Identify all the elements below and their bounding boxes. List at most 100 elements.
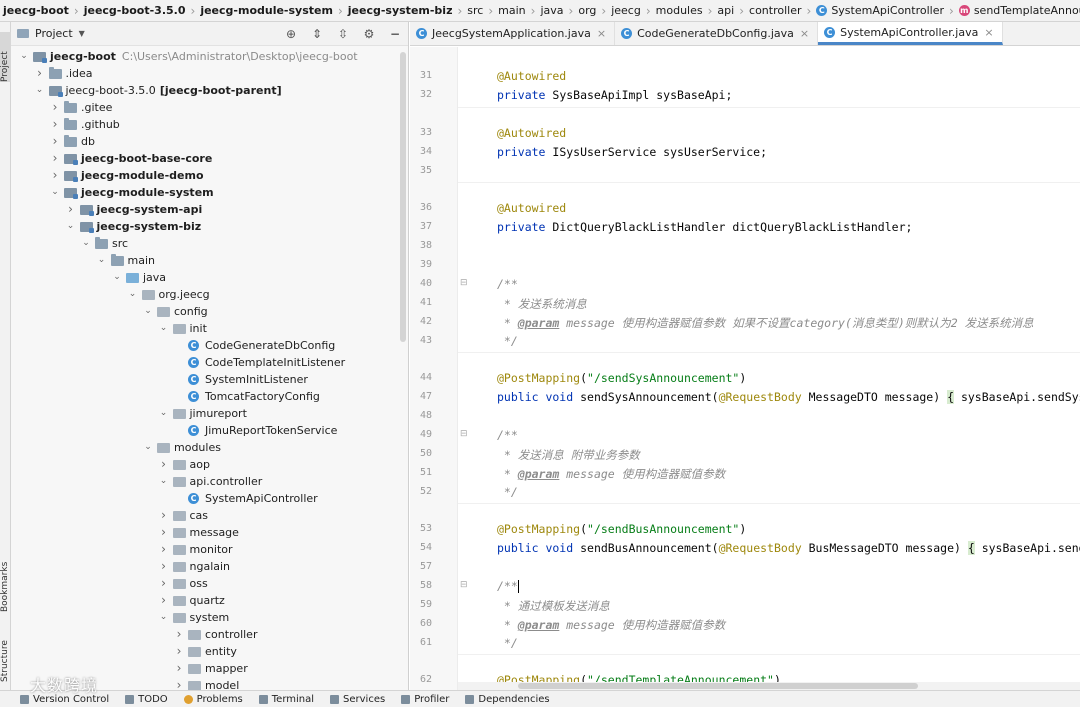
chevron-down-icon[interactable]: ⌄ bbox=[50, 184, 60, 201]
scrollbar-thumb[interactable] bbox=[518, 683, 918, 689]
bottom-tool-problems[interactable]: Problems bbox=[183, 694, 243, 705]
fold-icon[interactable]: ⊟ bbox=[460, 278, 468, 288]
tree-item[interactable]: › quartz bbox=[11, 592, 408, 609]
tree-item[interactable]: › monitor bbox=[11, 541, 408, 558]
chevron-right-icon[interactable]: › bbox=[159, 507, 169, 524]
chevron-down-icon[interactable]: ⌄ bbox=[66, 218, 76, 235]
close-icon[interactable]: × bbox=[984, 26, 993, 39]
tree-item[interactable]: C TomcatFactoryConfig bbox=[11, 388, 408, 405]
chevron-right-icon[interactable]: › bbox=[50, 116, 60, 133]
structure-tool-tab[interactable]: Structure bbox=[0, 622, 11, 682]
breadcrumb-item[interactable]: java bbox=[540, 4, 563, 17]
chevron-right-icon[interactable]: › bbox=[174, 677, 184, 690]
tree-item[interactable]: ⌄ jeecg-module-system bbox=[11, 184, 408, 201]
locate-icon[interactable]: ⊕ bbox=[284, 26, 298, 42]
horizontal-scrollbar[interactable] bbox=[458, 682, 1080, 690]
breadcrumb-item[interactable]: msendTemplateAnnouncement bbox=[958, 4, 1080, 17]
chevron-down-icon[interactable]: ⌄ bbox=[159, 320, 169, 337]
tree-item[interactable]: ⌄ src bbox=[11, 235, 408, 252]
breadcrumb-item[interactable]: jeecg-system-biz bbox=[348, 4, 453, 17]
bottom-tool-terminal[interactable]: Terminal bbox=[258, 694, 314, 705]
breadcrumb-item[interactable]: src bbox=[467, 4, 483, 17]
tree-item[interactable]: ⌄ main bbox=[11, 252, 408, 269]
chevron-right-icon[interactable]: › bbox=[159, 558, 169, 575]
bookmarks-tool-tab[interactable]: Bookmarks bbox=[0, 542, 11, 612]
tree-item[interactable]: C CodeGenerateDbConfig bbox=[11, 337, 408, 354]
tree-item[interactable]: ⌄ org.jeecg bbox=[11, 286, 408, 303]
bottom-tool-todo[interactable]: TODO bbox=[125, 694, 168, 705]
chevron-right-icon[interactable]: › bbox=[159, 575, 169, 592]
tree-item[interactable]: ⌄ java bbox=[11, 269, 408, 286]
breadcrumb-item[interactable]: jeecg-module-system bbox=[200, 4, 333, 17]
chevron-down-icon[interactable]: ⌄ bbox=[159, 405, 169, 422]
editor-tab[interactable]: C CodeGenerateDbConfig.java × bbox=[615, 22, 819, 45]
fold-icon[interactable]: ⊟ bbox=[460, 580, 468, 590]
breadcrumb-item[interactable]: jeecg-boot bbox=[3, 4, 69, 17]
chevron-down-icon[interactable]: ⌄ bbox=[143, 439, 153, 456]
tree-item[interactable]: › jeecg-boot-base-core bbox=[11, 150, 408, 167]
project-tool-tab[interactable]: Project bbox=[0, 32, 11, 82]
tree-item[interactable]: C JimuReportTokenService bbox=[11, 422, 408, 439]
tree-item[interactable]: › jeecg-system-api bbox=[11, 201, 408, 218]
tree-item[interactable]: › ngalain bbox=[11, 558, 408, 575]
tree-item[interactable]: › message bbox=[11, 524, 408, 541]
bottom-tool-services[interactable]: Services bbox=[330, 694, 385, 705]
gear-icon[interactable]: ⚙ bbox=[362, 26, 376, 42]
chevron-right-icon[interactable]: › bbox=[50, 150, 60, 167]
tree-item[interactable]: ⌄ api.controller bbox=[11, 473, 408, 490]
tree-item[interactable]: › entity bbox=[11, 643, 408, 660]
breadcrumb-item[interactable]: main bbox=[498, 4, 525, 17]
fold-icon[interactable]: ⊟ bbox=[460, 429, 468, 439]
tree-item[interactable]: ⌄ jimureport bbox=[11, 405, 408, 422]
tree-item[interactable]: C CodeTemplateInitListener bbox=[11, 354, 408, 371]
tree-item[interactable]: C SystemApiController bbox=[11, 490, 408, 507]
tree-item[interactable]: › .gitee bbox=[11, 99, 408, 116]
tree-item[interactable]: ⌄ jeecg-boot C:\Users\Administrator\Deskto… bbox=[11, 48, 408, 65]
chevron-down-icon[interactable]: ⌄ bbox=[81, 235, 91, 252]
chevron-right-icon[interactable]: › bbox=[66, 201, 76, 218]
chevron-down-icon[interactable]: ⌄ bbox=[112, 269, 122, 286]
tree-item[interactable]: ⌄ config bbox=[11, 303, 408, 320]
tree-item[interactable]: ⌄ jeecg-system-biz bbox=[11, 218, 408, 235]
tree-item[interactable]: ⌄ jeecg-boot-3.5.0 [jeecg-boot-parent] bbox=[11, 82, 408, 99]
chevron-right-icon[interactable]: › bbox=[174, 660, 184, 677]
chevron-right-icon[interactable]: › bbox=[159, 541, 169, 558]
tree-item[interactable]: › controller bbox=[11, 626, 408, 643]
chevron-down-icon[interactable]: ⌄ bbox=[143, 303, 153, 320]
breadcrumb-item[interactable]: modules bbox=[656, 4, 703, 17]
chevron-right-icon[interactable]: › bbox=[174, 626, 184, 643]
breadcrumb-item[interactable]: C SystemApiController bbox=[816, 4, 944, 17]
breadcrumb-item[interactable]: jeecg-boot-3.5.0 bbox=[84, 4, 186, 17]
chevron-right-icon[interactable]: › bbox=[35, 65, 45, 82]
breadcrumb-item[interactable]: org bbox=[578, 4, 596, 17]
chevron-down-icon[interactable]: ⌄ bbox=[19, 48, 29, 65]
close-icon[interactable]: × bbox=[800, 27, 809, 40]
tree-item[interactable]: › cas bbox=[11, 507, 408, 524]
chevron-right-icon[interactable]: › bbox=[159, 592, 169, 609]
bottom-tool-dependencies[interactable]: Dependencies bbox=[465, 694, 550, 705]
code-editor[interactable]: 31 32 33 34 35 36 37 38 39 40 41 42 43 44 47 48 49 50 51 52… bbox=[410, 47, 1080, 690]
chevron-right-icon[interactable]: › bbox=[159, 524, 169, 541]
tree-item[interactable]: › .github bbox=[11, 116, 408, 133]
tree-item[interactable]: › oss bbox=[11, 575, 408, 592]
tree-item[interactable]: ⌄ modules bbox=[11, 439, 408, 456]
tree-item[interactable]: › jeecg-module-demo bbox=[11, 167, 408, 184]
collapse-all-icon[interactable]: ⇳ bbox=[336, 26, 350, 42]
tree-item[interactable]: ⌄ init bbox=[11, 320, 408, 337]
bottom-tool-profiler[interactable]: Profiler bbox=[401, 694, 449, 705]
tree-item[interactable]: › aop bbox=[11, 456, 408, 473]
chevron-right-icon[interactable]: › bbox=[159, 456, 169, 473]
tree-item[interactable]: ⌄ system bbox=[11, 609, 408, 626]
chevron-down-icon[interactable]: ⌄ bbox=[159, 473, 169, 490]
chevron-right-icon[interactable]: › bbox=[50, 167, 60, 184]
tree-item[interactable]: C SystemInitListener bbox=[11, 371, 408, 388]
tree-item[interactable]: › .idea bbox=[11, 65, 408, 82]
chevron-right-icon[interactable]: › bbox=[174, 643, 184, 660]
chevron-down-icon[interactable]: ▼ bbox=[79, 29, 85, 38]
chevron-down-icon[interactable]: ⌄ bbox=[97, 252, 107, 269]
chevron-down-icon[interactable]: ⌄ bbox=[128, 286, 138, 303]
project-view-selector[interactable]: Project bbox=[35, 27, 73, 40]
breadcrumb-item[interactable]: jeecg bbox=[611, 4, 641, 17]
chevron-right-icon[interactable]: › bbox=[50, 133, 60, 150]
tree-item[interactable]: › db bbox=[11, 133, 408, 150]
